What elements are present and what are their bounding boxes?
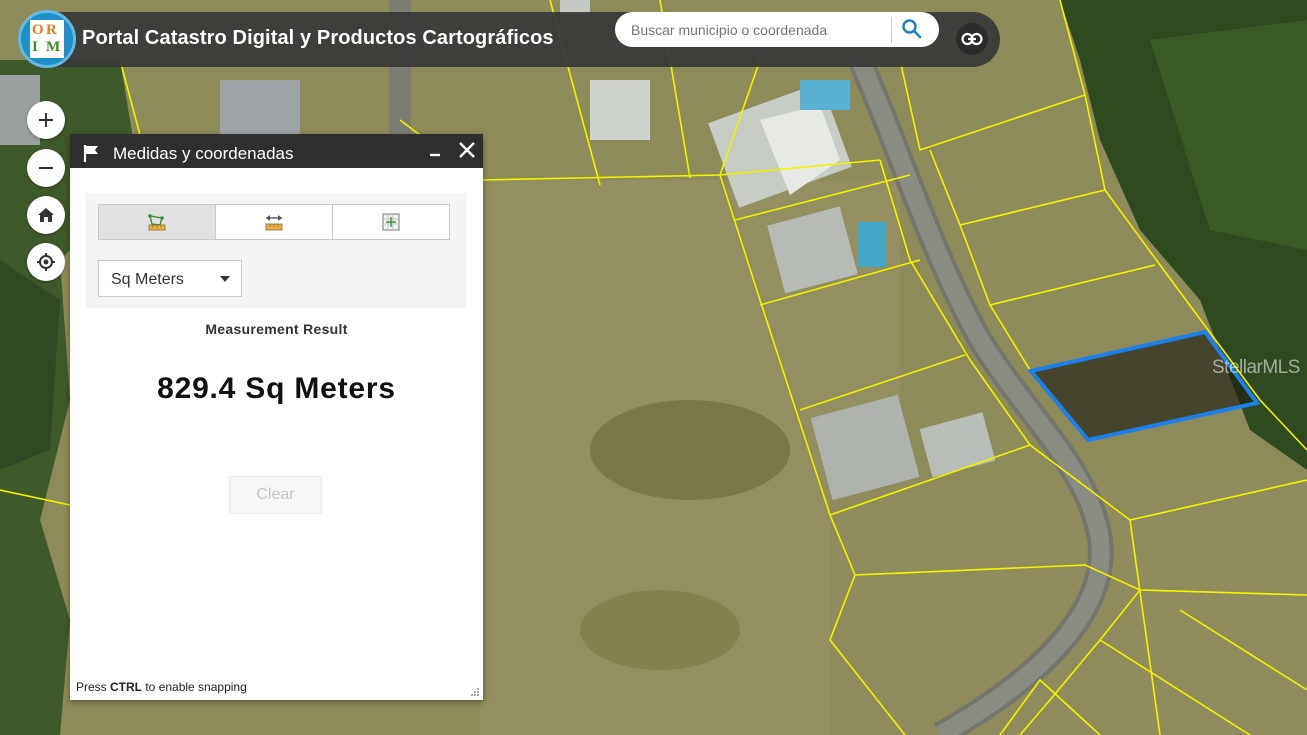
zoom-in-button[interactable] [27,101,65,139]
header-bar: Portal Catastro Digital y Productos Cart… [18,12,1000,67]
orim-logo[interactable]: O R I M [18,10,76,68]
location-tool-button[interactable] [332,204,450,240]
close-icon [459,142,475,158]
logo-mark: O R I M [30,20,64,58]
zoom-out-button[interactable] [27,149,65,187]
minimize-button[interactable] [427,142,445,160]
search-button[interactable] [901,18,929,42]
result-value: 829.4 Sq Meters [157,372,396,405]
panel-header[interactable]: Medidas y coordenadas [70,134,483,168]
ctrl-key: CTRL [110,680,143,694]
search-icon [902,19,922,39]
share-link-button[interactable] [956,23,988,55]
unit-select[interactable]: Sq Meters [98,260,242,297]
minus-icon [39,167,53,169]
area-tool-button[interactable] [98,204,216,240]
distance-measure-icon [265,215,283,231]
result-label: Measurement Result [205,321,348,337]
panel-title: Medidas y coordenadas [113,144,294,163]
watermark: StellarMLS [1212,357,1300,378]
measure-tools: Sq Meters [86,193,466,308]
chevron-down-icon [220,276,230,282]
close-button[interactable] [457,140,477,160]
locate-button[interactable] [27,243,65,281]
distance-tool-button[interactable] [215,204,333,240]
plus-icon [39,113,53,127]
locate-icon [37,253,55,271]
resize-grip-icon[interactable] [470,687,480,697]
unit-select-value: Sq Meters [111,271,184,288]
home-button[interactable] [27,196,65,234]
area-measure-icon [148,214,166,231]
search-box [615,12,939,47]
minimize-icon [430,153,440,157]
search-input[interactable] [631,20,891,40]
snapping-hint: Press CTRL to enable snapping [76,680,247,694]
clear-button[interactable]: Clear [229,476,322,514]
app-title: Portal Catastro Digital y Productos Cart… [82,27,554,49]
measurement-panel: Medidas y coordenadas Sq Meters Measurem… [70,134,483,700]
link-icon [961,32,983,46]
home-icon [38,208,54,222]
search-divider [891,17,892,43]
location-coordinates-icon [382,213,400,231]
flag-icon [83,145,98,162]
